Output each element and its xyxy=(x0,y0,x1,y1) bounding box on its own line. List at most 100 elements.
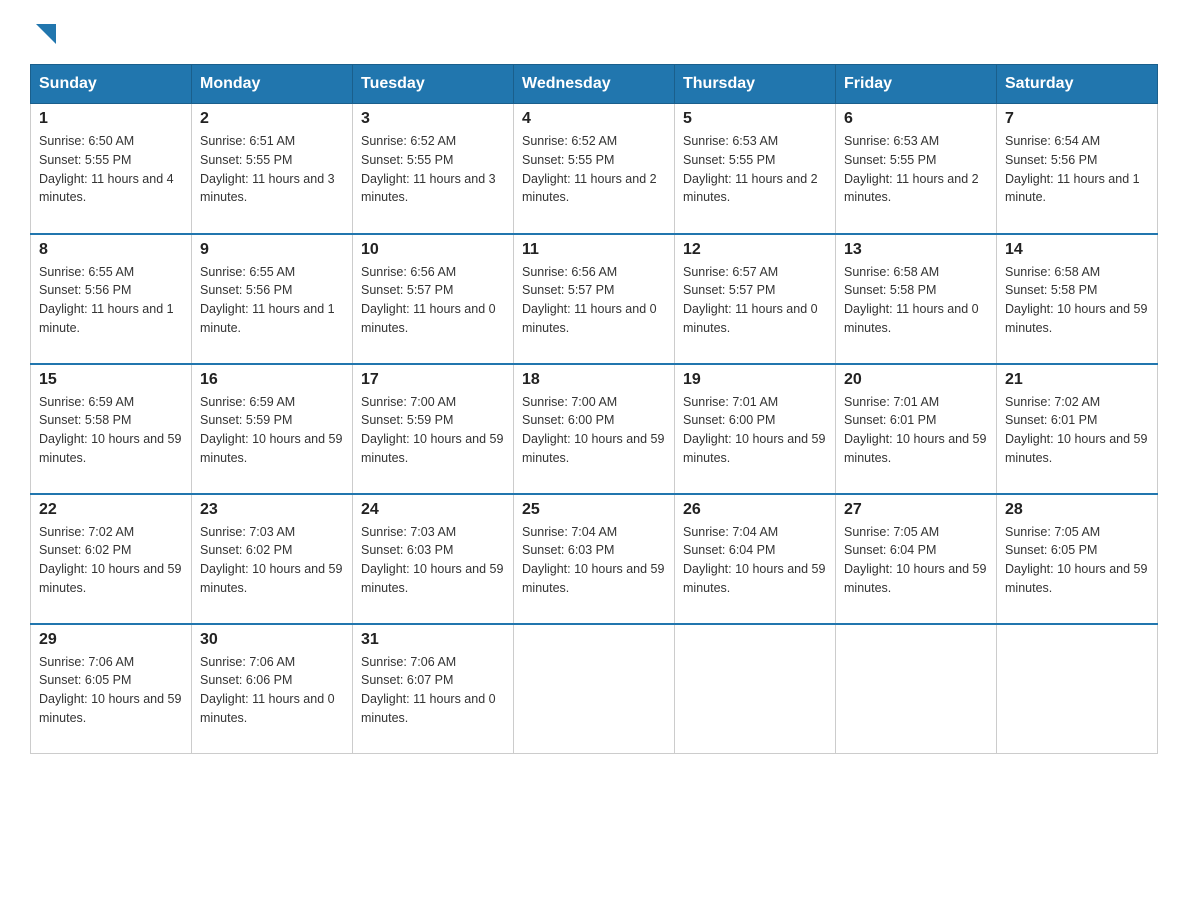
day-number: 18 xyxy=(522,371,666,389)
day-number: 6 xyxy=(844,110,988,128)
page-header xyxy=(30,20,1158,48)
calendar-cell: 11 Sunrise: 6:56 AM Sunset: 5:57 PM Dayl… xyxy=(514,234,675,364)
day-info: Sunrise: 6:53 AM Sunset: 5:55 PM Dayligh… xyxy=(844,132,988,207)
day-number: 7 xyxy=(1005,110,1149,128)
day-header-wednesday: Wednesday xyxy=(514,65,675,104)
day-number: 23 xyxy=(200,501,344,519)
calendar-cell: 22 Sunrise: 7:02 AM Sunset: 6:02 PM Dayl… xyxy=(31,494,192,624)
day-info: Sunrise: 6:57 AM Sunset: 5:57 PM Dayligh… xyxy=(683,263,827,338)
day-info: Sunrise: 7:02 AM Sunset: 6:02 PM Dayligh… xyxy=(39,523,183,598)
day-info: Sunrise: 6:58 AM Sunset: 5:58 PM Dayligh… xyxy=(844,263,988,338)
day-number: 26 xyxy=(683,501,827,519)
calendar-cell xyxy=(514,624,675,754)
day-number: 3 xyxy=(361,110,505,128)
day-number: 31 xyxy=(361,631,505,649)
day-info: Sunrise: 7:03 AM Sunset: 6:02 PM Dayligh… xyxy=(200,523,344,598)
calendar-cell: 15 Sunrise: 6:59 AM Sunset: 5:58 PM Dayl… xyxy=(31,364,192,494)
calendar-week-5: 29 Sunrise: 7:06 AM Sunset: 6:05 PM Dayl… xyxy=(31,624,1158,754)
day-number: 4 xyxy=(522,110,666,128)
calendar-cell: 24 Sunrise: 7:03 AM Sunset: 6:03 PM Dayl… xyxy=(353,494,514,624)
day-info: Sunrise: 6:59 AM Sunset: 5:59 PM Dayligh… xyxy=(200,393,344,468)
calendar-cell: 25 Sunrise: 7:04 AM Sunset: 6:03 PM Dayl… xyxy=(514,494,675,624)
day-info: Sunrise: 6:52 AM Sunset: 5:55 PM Dayligh… xyxy=(361,132,505,207)
day-number: 27 xyxy=(844,501,988,519)
calendar-cell: 30 Sunrise: 7:06 AM Sunset: 6:06 PM Dayl… xyxy=(192,624,353,754)
day-header-sunday: Sunday xyxy=(31,65,192,104)
day-number: 24 xyxy=(361,501,505,519)
calendar-cell: 9 Sunrise: 6:55 AM Sunset: 5:56 PM Dayli… xyxy=(192,234,353,364)
day-number: 16 xyxy=(200,371,344,389)
calendar-cell: 8 Sunrise: 6:55 AM Sunset: 5:56 PM Dayli… xyxy=(31,234,192,364)
calendar-cell: 29 Sunrise: 7:06 AM Sunset: 6:05 PM Dayl… xyxy=(31,624,192,754)
day-info: Sunrise: 6:50 AM Sunset: 5:55 PM Dayligh… xyxy=(39,132,183,207)
day-info: Sunrise: 6:58 AM Sunset: 5:58 PM Dayligh… xyxy=(1005,263,1149,338)
calendar-header-row: SundayMondayTuesdayWednesdayThursdayFrid… xyxy=(31,65,1158,104)
day-info: Sunrise: 7:06 AM Sunset: 6:05 PM Dayligh… xyxy=(39,653,183,728)
day-info: Sunrise: 6:55 AM Sunset: 5:56 PM Dayligh… xyxy=(39,263,183,338)
calendar-cell: 1 Sunrise: 6:50 AM Sunset: 5:55 PM Dayli… xyxy=(31,104,192,234)
day-info: Sunrise: 7:04 AM Sunset: 6:03 PM Dayligh… xyxy=(522,523,666,598)
day-info: Sunrise: 6:55 AM Sunset: 5:56 PM Dayligh… xyxy=(200,263,344,338)
day-number: 2 xyxy=(200,110,344,128)
day-number: 19 xyxy=(683,371,827,389)
day-number: 11 xyxy=(522,241,666,259)
calendar-cell: 4 Sunrise: 6:52 AM Sunset: 5:55 PM Dayli… xyxy=(514,104,675,234)
calendar-cell: 17 Sunrise: 7:00 AM Sunset: 5:59 PM Dayl… xyxy=(353,364,514,494)
calendar-cell: 2 Sunrise: 6:51 AM Sunset: 5:55 PM Dayli… xyxy=(192,104,353,234)
calendar-cell: 13 Sunrise: 6:58 AM Sunset: 5:58 PM Dayl… xyxy=(836,234,997,364)
day-info: Sunrise: 6:59 AM Sunset: 5:58 PM Dayligh… xyxy=(39,393,183,468)
day-number: 5 xyxy=(683,110,827,128)
day-number: 30 xyxy=(200,631,344,649)
calendar-cell: 5 Sunrise: 6:53 AM Sunset: 5:55 PM Dayli… xyxy=(675,104,836,234)
day-number: 14 xyxy=(1005,241,1149,259)
calendar-cell: 6 Sunrise: 6:53 AM Sunset: 5:55 PM Dayli… xyxy=(836,104,997,234)
calendar-cell: 27 Sunrise: 7:05 AM Sunset: 6:04 PM Dayl… xyxy=(836,494,997,624)
day-header-monday: Monday xyxy=(192,65,353,104)
day-info: Sunrise: 7:00 AM Sunset: 6:00 PM Dayligh… xyxy=(522,393,666,468)
calendar-cell xyxy=(675,624,836,754)
day-info: Sunrise: 7:01 AM Sunset: 6:00 PM Dayligh… xyxy=(683,393,827,468)
calendar-cell: 3 Sunrise: 6:52 AM Sunset: 5:55 PM Dayli… xyxy=(353,104,514,234)
day-info: Sunrise: 7:01 AM Sunset: 6:01 PM Dayligh… xyxy=(844,393,988,468)
calendar-cell: 12 Sunrise: 6:57 AM Sunset: 5:57 PM Dayl… xyxy=(675,234,836,364)
day-number: 9 xyxy=(200,241,344,259)
day-info: Sunrise: 6:51 AM Sunset: 5:55 PM Dayligh… xyxy=(200,132,344,207)
day-number: 28 xyxy=(1005,501,1149,519)
calendar-cell: 7 Sunrise: 6:54 AM Sunset: 5:56 PM Dayli… xyxy=(997,104,1158,234)
day-info: Sunrise: 7:04 AM Sunset: 6:04 PM Dayligh… xyxy=(683,523,827,598)
day-info: Sunrise: 6:56 AM Sunset: 5:57 PM Dayligh… xyxy=(361,263,505,338)
day-number: 29 xyxy=(39,631,183,649)
day-info: Sunrise: 7:06 AM Sunset: 6:06 PM Dayligh… xyxy=(200,653,344,728)
calendar-week-1: 1 Sunrise: 6:50 AM Sunset: 5:55 PM Dayli… xyxy=(31,104,1158,234)
calendar-cell: 26 Sunrise: 7:04 AM Sunset: 6:04 PM Dayl… xyxy=(675,494,836,624)
day-number: 10 xyxy=(361,241,505,259)
day-info: Sunrise: 7:06 AM Sunset: 6:07 PM Dayligh… xyxy=(361,653,505,728)
day-header-friday: Friday xyxy=(836,65,997,104)
day-info: Sunrise: 7:05 AM Sunset: 6:05 PM Dayligh… xyxy=(1005,523,1149,598)
day-number: 21 xyxy=(1005,371,1149,389)
calendar-cell: 20 Sunrise: 7:01 AM Sunset: 6:01 PM Dayl… xyxy=(836,364,997,494)
calendar-cell: 10 Sunrise: 6:56 AM Sunset: 5:57 PM Dayl… xyxy=(353,234,514,364)
calendar-cell: 19 Sunrise: 7:01 AM Sunset: 6:00 PM Dayl… xyxy=(675,364,836,494)
calendar-week-2: 8 Sunrise: 6:55 AM Sunset: 5:56 PM Dayli… xyxy=(31,234,1158,364)
day-info: Sunrise: 6:56 AM Sunset: 5:57 PM Dayligh… xyxy=(522,263,666,338)
calendar-cell xyxy=(836,624,997,754)
calendar-cell: 23 Sunrise: 7:03 AM Sunset: 6:02 PM Dayl… xyxy=(192,494,353,624)
day-number: 13 xyxy=(844,241,988,259)
day-number: 20 xyxy=(844,371,988,389)
calendar-week-3: 15 Sunrise: 6:59 AM Sunset: 5:58 PM Dayl… xyxy=(31,364,1158,494)
calendar-cell: 14 Sunrise: 6:58 AM Sunset: 5:58 PM Dayl… xyxy=(997,234,1158,364)
day-info: Sunrise: 6:53 AM Sunset: 5:55 PM Dayligh… xyxy=(683,132,827,207)
day-info: Sunrise: 7:03 AM Sunset: 6:03 PM Dayligh… xyxy=(361,523,505,598)
day-info: Sunrise: 7:02 AM Sunset: 6:01 PM Dayligh… xyxy=(1005,393,1149,468)
calendar-cell: 31 Sunrise: 7:06 AM Sunset: 6:07 PM Dayl… xyxy=(353,624,514,754)
day-info: Sunrise: 6:52 AM Sunset: 5:55 PM Dayligh… xyxy=(522,132,666,207)
day-header-saturday: Saturday xyxy=(997,65,1158,104)
calendar-cell: 18 Sunrise: 7:00 AM Sunset: 6:00 PM Dayl… xyxy=(514,364,675,494)
calendar-cell xyxy=(997,624,1158,754)
day-number: 25 xyxy=(522,501,666,519)
logo xyxy=(30,20,60,48)
day-number: 8 xyxy=(39,241,183,259)
calendar-week-4: 22 Sunrise: 7:02 AM Sunset: 6:02 PM Dayl… xyxy=(31,494,1158,624)
day-number: 22 xyxy=(39,501,183,519)
